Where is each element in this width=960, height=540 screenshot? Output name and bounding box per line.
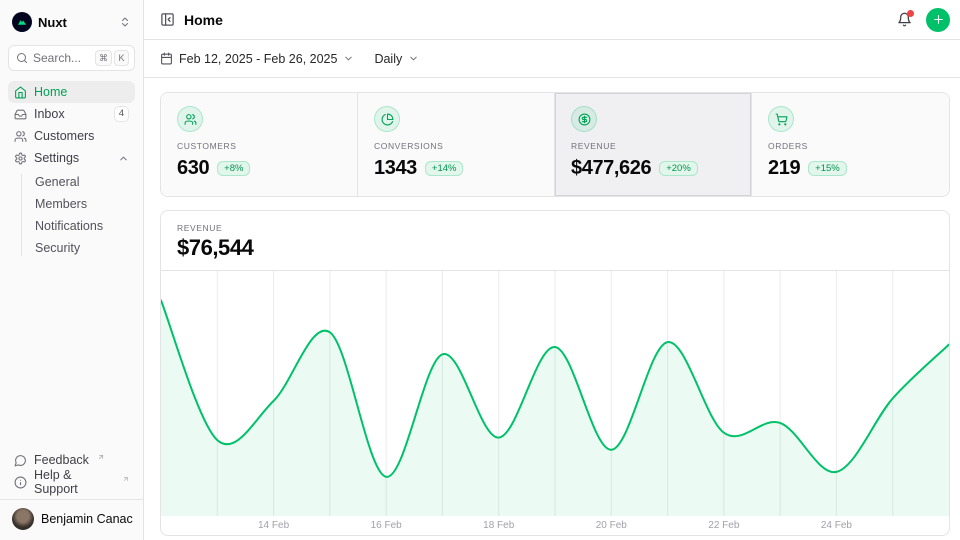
- x-axis-tick: 24 Feb: [821, 520, 852, 531]
- chevrons-up-down-icon: [119, 16, 131, 28]
- stat-delta-badge: +8%: [217, 161, 250, 176]
- sidebar-item-home[interactable]: Home: [8, 81, 135, 103]
- inbox-count-badge: 4: [114, 106, 129, 121]
- sidebar-subnav: GeneralMembersNotificationsSecurity: [8, 171, 135, 259]
- nuxt-logo-icon: [12, 12, 32, 32]
- sidebar-footer-links: FeedbackHelp & Support: [8, 449, 135, 493]
- stat-label: ORDERS: [768, 141, 933, 151]
- sidebar-item-label: Home: [34, 85, 67, 99]
- sidebar-toggle-button[interactable]: [160, 12, 175, 27]
- stat-card-customers[interactable]: CUSTOMERS 630 +8%: [161, 93, 358, 196]
- home-icon: [14, 86, 27, 99]
- stat-value: $477,626: [571, 157, 651, 180]
- revenue-chart-card: REVENUE $76,544 14 Feb 16 Feb 18 Feb 20 Feb…: [160, 210, 950, 536]
- sidebar-item-security[interactable]: Security: [35, 237, 135, 259]
- sidebar-item-label: Settings: [34, 151, 79, 165]
- search-shortcut: ⌘ K: [95, 50, 129, 66]
- date-range-picker[interactable]: Feb 12, 2025 - Feb 26, 2025: [160, 52, 354, 66]
- sidebar-nav: Home Inbox 4 Customers Settings GeneralM…: [8, 81, 135, 259]
- main-area: Home Feb 12, 2025 - Feb 26, 2025 Daily: [144, 0, 960, 540]
- chart-metric-value: $76,544: [177, 236, 933, 260]
- users-icon: [177, 106, 203, 132]
- calendar-icon: [160, 52, 173, 65]
- stat-card-orders[interactable]: ORDERS 219 +15%: [752, 93, 949, 196]
- footer-link-label: Feedback: [34, 453, 89, 467]
- sidebar: Nuxt Search... ⌘ K Home Inbox 4 Customer…: [0, 0, 144, 540]
- pie-chart-icon: [374, 106, 400, 132]
- chart-header: REVENUE $76,544: [161, 211, 949, 271]
- users-icon: [14, 130, 27, 143]
- sidebar-item-settings[interactable]: Settings: [8, 147, 135, 169]
- app-window: Nuxt Search... ⌘ K Home Inbox 4 Customer…: [0, 0, 960, 540]
- avatar: [12, 508, 34, 530]
- user-name: Benjamin Canac: [41, 512, 133, 526]
- stat-card-conversions[interactable]: CONVERSIONS 1343 +14%: [358, 93, 555, 196]
- sidebar-link-help-support[interactable]: Help & Support: [8, 471, 135, 493]
- kbd-k: K: [114, 50, 129, 66]
- inbox-icon: [14, 108, 27, 121]
- topbar-actions: [892, 8, 950, 32]
- topbar: Home: [144, 0, 960, 40]
- chevron-down-icon: [343, 53, 354, 64]
- stat-value: 1343: [374, 157, 417, 180]
- granularity-label: Daily: [374, 52, 402, 66]
- x-axis-tick: 18 Feb: [483, 520, 514, 531]
- sidebar-item-label: Customers: [34, 129, 94, 143]
- search-placeholder: Search...: [33, 51, 81, 65]
- notifications-button[interactable]: [892, 8, 916, 32]
- stat-delta-badge: +20%: [659, 161, 698, 176]
- chevron-down-icon: [408, 53, 419, 64]
- search-icon: [16, 52, 28, 64]
- arrow-up-right-icon: [122, 475, 130, 483]
- filter-toolbar: Feb 12, 2025 - Feb 26, 2025 Daily: [144, 40, 960, 78]
- stat-value: 219: [768, 157, 800, 180]
- stat-delta-badge: +15%: [808, 161, 847, 176]
- shopping-cart-icon: [768, 106, 794, 132]
- sidebar-spacer: [8, 259, 135, 449]
- sidebar-item-customers[interactable]: Customers: [8, 125, 135, 147]
- x-axis-tick: 22 Feb: [708, 520, 739, 531]
- stat-delta-badge: +14%: [425, 161, 464, 176]
- date-range-label: Feb 12, 2025 - Feb 26, 2025: [179, 52, 337, 66]
- sidebar-item-members[interactable]: Members: [35, 193, 135, 215]
- stat-label: CUSTOMERS: [177, 141, 341, 151]
- footer-link-label: Help & Support: [34, 468, 114, 496]
- kbd-cmd: ⌘: [95, 50, 112, 66]
- search-input[interactable]: Search... ⌘ K: [8, 45, 135, 71]
- stat-label: REVENUE: [571, 141, 735, 151]
- stats-grid: CUSTOMERS 630 +8% CONVERSIONS 1343 +14% …: [160, 92, 950, 197]
- org-name: Nuxt: [38, 15, 67, 30]
- sidebar-item-general[interactable]: General: [35, 171, 135, 193]
- chevron-up-icon: [118, 153, 129, 164]
- x-axis-tick: 16 Feb: [371, 520, 402, 531]
- chart-x-axis: 14 Feb 16 Feb 18 Feb 20 Feb 22 Feb 24 Feb: [161, 516, 949, 535]
- sidebar-item-label: Inbox: [34, 107, 65, 121]
- notification-dot: [907, 10, 914, 17]
- message-circle-icon: [14, 454, 27, 467]
- revenue-area-chart: [161, 271, 949, 516]
- user-menu[interactable]: Benjamin Canac: [8, 500, 135, 532]
- sidebar-item-notifications[interactable]: Notifications: [35, 215, 135, 237]
- add-button[interactable]: [926, 8, 950, 32]
- chart-metric-label: REVENUE: [177, 223, 933, 233]
- plus-icon: [932, 13, 945, 26]
- stat-card-revenue[interactable]: REVENUE $477,626 +20%: [555, 93, 752, 196]
- settings-icon: [14, 152, 27, 165]
- granularity-select[interactable]: Daily: [374, 52, 419, 66]
- stat-value: 630: [177, 157, 209, 180]
- arrow-up-right-icon: [97, 453, 105, 461]
- sidebar-item-inbox[interactable]: Inbox 4: [8, 103, 135, 125]
- page-content: CUSTOMERS 630 +8% CONVERSIONS 1343 +14% …: [144, 78, 960, 540]
- x-axis-tick: 20 Feb: [596, 520, 627, 531]
- org-switcher[interactable]: Nuxt: [8, 10, 135, 34]
- page-title: Home: [184, 12, 223, 28]
- circle-dollar-sign-icon: [571, 106, 597, 132]
- x-axis-tick: 14 Feb: [258, 520, 289, 531]
- info-icon: [14, 476, 27, 489]
- stat-label: CONVERSIONS: [374, 141, 538, 151]
